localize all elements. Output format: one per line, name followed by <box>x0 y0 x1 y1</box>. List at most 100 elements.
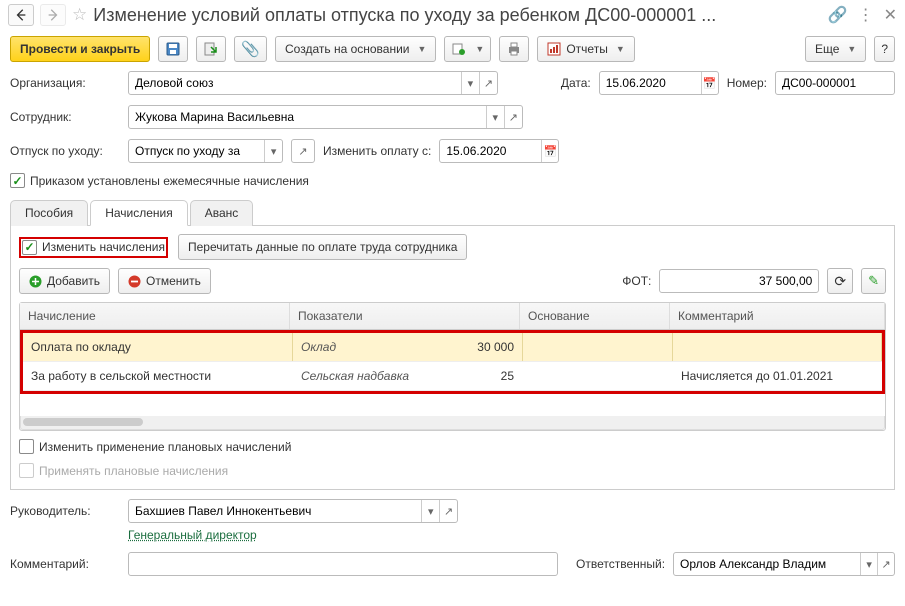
tab-accruals[interactable]: Начисления <box>90 200 188 226</box>
date-field[interactable]: 📅 <box>599 71 719 95</box>
print-button[interactable] <box>499 36 529 62</box>
resp-label: Ответственный: <box>576 557 665 571</box>
accruals-table: Начисление Показатели Основание Коммента… <box>19 302 886 431</box>
report-icon <box>547 42 561 56</box>
manager-input[interactable] <box>129 500 421 522</box>
open-icon[interactable]: ↗ <box>479 72 497 94</box>
nav-forward[interactable] <box>40 4 66 26</box>
reports-button[interactable]: Отчеты▼ <box>537 36 634 62</box>
minus-icon <box>128 275 141 288</box>
resp-input[interactable] <box>674 553 860 575</box>
emp-field[interactable]: ▾ ↗ <box>128 105 523 129</box>
create-based-button[interactable]: Создать на основании▼ <box>275 36 436 62</box>
tab-benefits[interactable]: Пособия <box>10 200 88 226</box>
th-base[interactable]: Основание <box>520 303 670 329</box>
fill-icon <box>451 41 467 57</box>
table-row[interactable]: За работу в сельской местности Сельская … <box>23 362 882 391</box>
chevron-down-icon[interactable]: ▾ <box>421 500 439 522</box>
change-from-input[interactable] <box>440 140 541 162</box>
fill-button[interactable]: ▼ <box>444 36 491 62</box>
th-ind[interactable]: Показатели <box>290 303 520 329</box>
leave-input[interactable] <box>129 140 264 162</box>
manager-field[interactable]: ▾ ↗ <box>128 499 458 523</box>
checkbox-icon[interactable] <box>19 439 34 454</box>
chevron-down-icon[interactable]: ▾ <box>461 72 479 94</box>
th-comment[interactable]: Комментарий <box>670 303 885 329</box>
resp-field[interactable]: ▾ ↗ <box>673 552 895 576</box>
date-input[interactable] <box>600 72 701 94</box>
open-icon[interactable]: ↗ <box>504 106 522 128</box>
leave-field[interactable]: ▾ <box>128 139 283 163</box>
chevron-down-icon[interactable]: ▾ <box>264 140 282 162</box>
help-button[interactable]: ? <box>874 36 895 62</box>
checkbox-icon[interactable] <box>22 240 37 255</box>
checkbox-icon[interactable] <box>10 173 25 188</box>
post-icon <box>203 41 219 57</box>
comment-field[interactable] <box>128 552 558 576</box>
print-icon <box>506 41 522 57</box>
change-from-field[interactable]: 📅 <box>439 139 559 163</box>
fot-input[interactable] <box>660 270 818 292</box>
comment-label: Комментарий: <box>10 557 120 571</box>
manager-label: Руководитель: <box>10 504 120 518</box>
order-check-label: Приказом установлены ежемесячные начисле… <box>30 174 309 188</box>
more-button[interactable]: Еще▼ <box>805 36 866 62</box>
org-input[interactable] <box>129 72 461 94</box>
pencil-icon: ✎ <box>868 273 879 289</box>
nav-back[interactable] <box>8 4 34 26</box>
open-icon[interactable]: ↗ <box>877 553 894 575</box>
date-label: Дата: <box>561 76 591 90</box>
org-field[interactable]: ▾ ↗ <box>128 71 498 95</box>
tabs: Пособия Начисления Аванс <box>10 199 895 226</box>
reread-button[interactable]: Перечитать данные по оплате труда сотруд… <box>178 234 467 260</box>
chevron-down-icon[interactable]: ▾ <box>860 553 877 575</box>
th-name[interactable]: Начисление <box>20 303 290 329</box>
change-from-label: Изменить оплату с: <box>323 144 431 158</box>
more-menu-icon[interactable]: ⋮ <box>858 5 874 25</box>
table-row[interactable]: Оплата по окладу Оклад 30 000 <box>23 333 882 362</box>
paperclip-icon: 📎 <box>241 40 260 58</box>
edit-button[interactable]: ✎ <box>861 268 886 294</box>
floppy-icon <box>165 41 181 57</box>
emp-label: Сотрудник: <box>10 110 120 124</box>
change-accruals-check[interactable]: Изменить начисления <box>22 240 165 255</box>
accruals-panel: Изменить начисления Перечитать данные по… <box>10 226 895 490</box>
post-button[interactable] <box>196 36 226 62</box>
plus-icon <box>29 275 42 288</box>
fot-field[interactable] <box>659 269 819 293</box>
change-plan-label: Изменить применение плановых начислений <box>39 440 291 454</box>
favorite-icon[interactable]: ☆ <box>72 5 87 25</box>
post-close-button[interactable]: Провести и закрыть <box>10 36 150 62</box>
refresh-icon: ⟳ <box>834 273 846 290</box>
org-label: Организация: <box>10 76 120 90</box>
apply-plan-check: Применять плановые начисления <box>19 463 228 478</box>
num-field[interactable] <box>775 71 895 95</box>
calendar-icon[interactable]: 📅 <box>541 140 558 162</box>
order-check[interactable]: Приказом установлены ежемесячные начисле… <box>10 173 309 188</box>
comment-input[interactable] <box>129 553 557 575</box>
change-plan-check[interactable]: Изменить применение плановых начислений <box>19 439 291 454</box>
emp-input[interactable] <box>129 106 486 128</box>
attach-button[interactable]: 📎 <box>234 36 267 62</box>
num-label: Номер: <box>727 76 767 90</box>
num-input[interactable] <box>776 72 894 94</box>
tab-advance[interactable]: Аванс <box>190 200 254 226</box>
manager-position-link[interactable]: Генеральный директор <box>128 528 257 542</box>
apply-plan-label: Применять плановые начисления <box>39 464 228 478</box>
h-scrollbar[interactable] <box>20 416 885 430</box>
leave-open[interactable]: ↗ <box>291 139 315 163</box>
open-icon[interactable]: ↗ <box>292 140 314 162</box>
close-icon[interactable]: ✕ <box>884 5 897 25</box>
leave-label: Отпуск по уходу: <box>10 144 120 158</box>
chevron-down-icon[interactable]: ▾ <box>486 106 504 128</box>
checkbox-icon <box>19 463 34 478</box>
link-icon[interactable]: 🔗 <box>828 5 848 25</box>
window-title: Изменение условий оплаты отпуска по уход… <box>93 5 821 26</box>
add-button[interactable]: Добавить <box>19 268 110 294</box>
open-icon[interactable]: ↗ <box>439 500 457 522</box>
save-button[interactable] <box>158 36 188 62</box>
change-accruals-label: Изменить начисления <box>42 240 165 254</box>
cancel-button[interactable]: Отменить <box>118 268 211 294</box>
calendar-icon[interactable]: 📅 <box>701 72 718 94</box>
refresh-button[interactable]: ⟳ <box>827 268 853 294</box>
